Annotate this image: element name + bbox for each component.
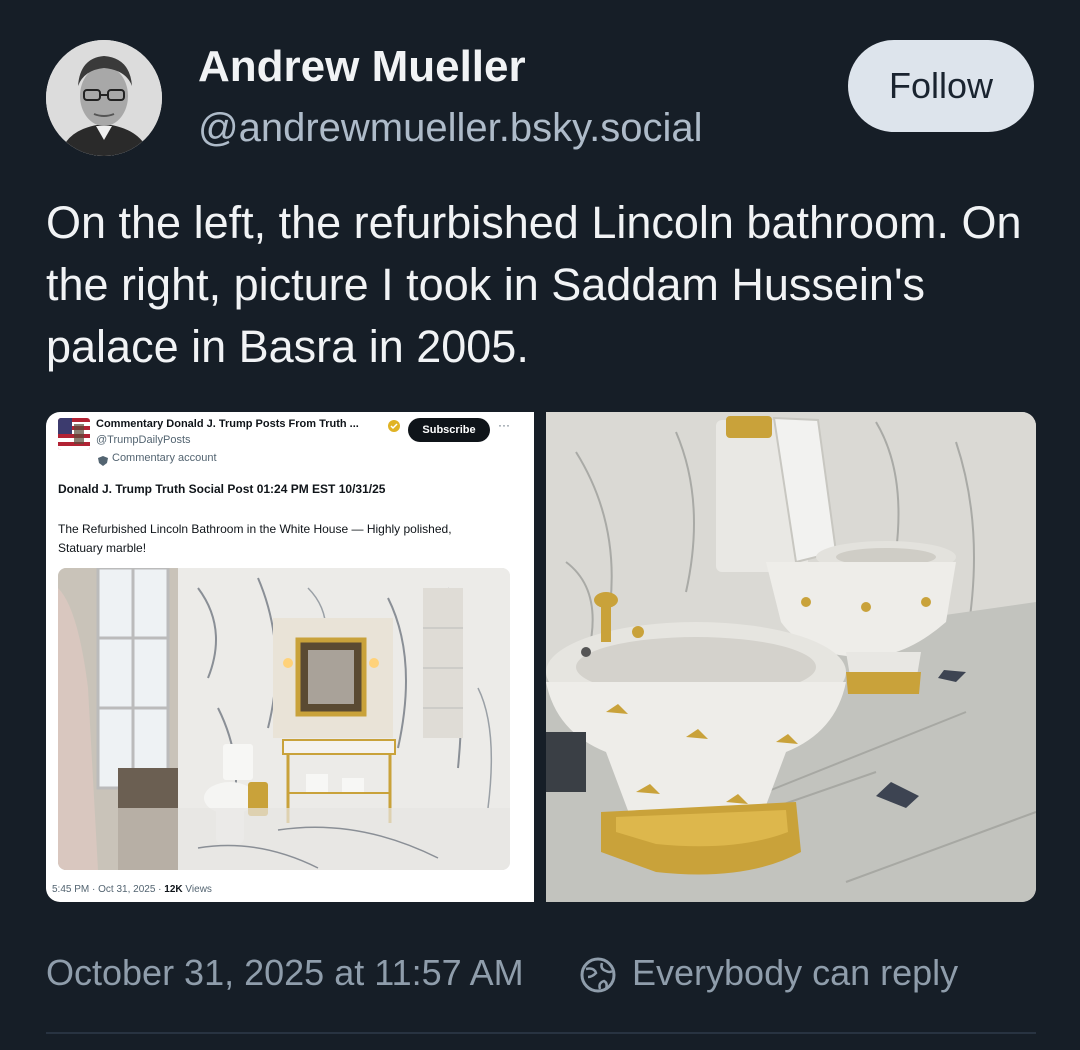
author-name[interactable]: Andrew Mueller xyxy=(198,42,526,92)
palace-bathroom-photo[interactable] xyxy=(546,412,1036,902)
embedded-post-description: The Refurbished Lincoln Bathroom in the … xyxy=(58,522,452,555)
shield-icon xyxy=(98,453,108,466)
embedded-screenshot-image[interactable]: Commentary Donald J. Trump Posts From Tr… xyxy=(46,412,534,902)
post-timestamp[interactable]: October 31, 2025 at 11:57 AM xyxy=(46,952,524,994)
avatar[interactable] xyxy=(46,40,162,156)
follow-button[interactable]: Follow xyxy=(848,40,1034,132)
embedded-post-footer: 5:45 PM · Oct 31, 2025 · 12K Views xyxy=(52,884,212,895)
reply-setting[interactable]: Everybody can reply xyxy=(632,952,958,994)
verified-badge-icon xyxy=(388,419,400,432)
globe-no-reply-icon xyxy=(578,955,618,995)
divider xyxy=(46,1032,1036,1034)
post-text: On the left, the refurbished Lincoln bat… xyxy=(46,197,1022,372)
embedded-account-type: Commentary account xyxy=(112,452,217,464)
author-handle[interactable]: @andrewmueller.bsky.social xyxy=(198,106,703,151)
lincoln-bathroom-photo xyxy=(58,568,510,870)
flag-avatar-icon xyxy=(58,418,90,450)
embedded-account-name: Commentary Donald J. Trump Posts From Tr… xyxy=(96,418,359,430)
embedded-subscribe-button: Subscribe xyxy=(408,418,490,442)
embedded-post-title: Donald J. Trump Truth Social Post 01:24 … xyxy=(58,482,386,496)
embedded-account-handle: @TrumpDailyPosts xyxy=(96,434,191,446)
more-options-icon: ··· xyxy=(498,418,510,432)
